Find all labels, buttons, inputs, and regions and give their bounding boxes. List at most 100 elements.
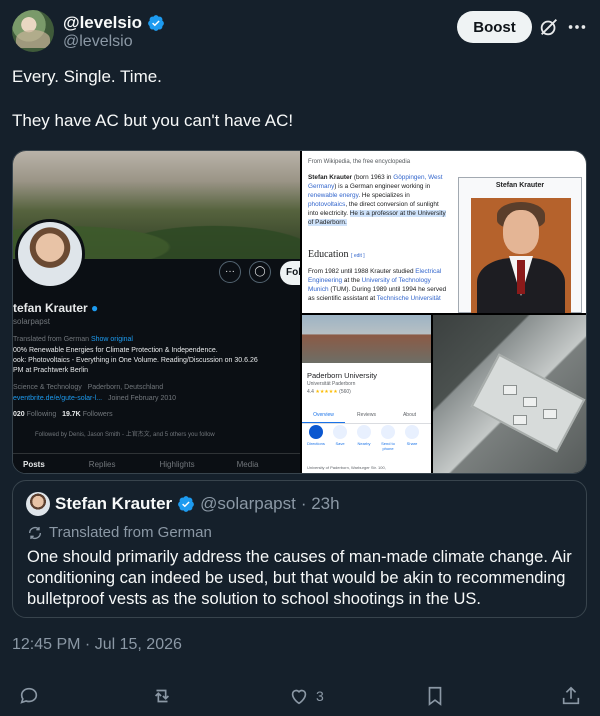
bookmark-button[interactable] — [424, 684, 446, 708]
tweet-line-1: Every. Single. Time. — [12, 67, 162, 86]
grok-icon[interactable] — [538, 16, 560, 38]
maps-action-directions: Directions — [306, 425, 326, 451]
profile-following-label: Following — [26, 411, 57, 418]
profile-meta-2: eventbrite.de/e/gute-solar-l... Joined F… — [13, 394, 176, 404]
maps-action-share: Share — [402, 425, 422, 451]
verified-badge-icon — [148, 15, 164, 31]
maps-rating: 4.4 ★★★★★ (560) — [307, 389, 351, 395]
like-count: 3 — [316, 688, 324, 704]
tweet-text: Every. Single. Time. They have AC but yo… — [12, 66, 588, 154]
action-bar: 3 — [0, 684, 600, 710]
profile-tab-posts: Posts — [23, 460, 45, 469]
profile-follow-button: Follow — [280, 261, 300, 285]
author-handle[interactable]: @levelsio — [63, 33, 133, 51]
wiki-text-span: . He specializes in — [358, 192, 410, 199]
maps-action-send: Send to phone — [378, 425, 398, 451]
maps-rating-value: 4.4 — [307, 389, 314, 395]
maps-action-label: Share — [406, 441, 418, 446]
wiki-text-span: From 1982 until 1988 Krauter studied — [308, 268, 416, 275]
quoted-translated-label: Translated from German — [49, 524, 212, 541]
profile-followed-by: Followed by Denis, Jason Smith - 上官杰文, a… — [35, 432, 215, 438]
aerial-ac-unit — [523, 397, 537, 407]
profile-bio-3: PM at Prachtwerk Berlin — [13, 367, 89, 374]
profile-handle: solarpapst — [13, 317, 50, 326]
quoted-tweet[interactable]: Stefan Krauter @solarpapst · 23h Transla… — [12, 480, 587, 618]
maps-tab-reviews: Reviews — [357, 412, 376, 418]
quoted-avatar[interactable] — [26, 492, 50, 516]
repost-button[interactable] — [151, 684, 173, 708]
profile-joined: Joined February 2010 — [107, 395, 177, 402]
profile-translated-text: Translated from German — [13, 336, 89, 343]
wiki-edit-link: [ edit ] — [351, 253, 365, 259]
media-profile-screenshot[interactable]: ··· ◯ Follow tefan Krauter ● solarpapst … — [13, 151, 300, 473]
maps-action-label: Nearby — [357, 441, 371, 446]
quoted-handle: @solarpapst — [200, 494, 296, 513]
wiki-text-span: ) is a German engineer working in — [334, 183, 431, 190]
wiki-text-span: at the — [342, 277, 362, 284]
profile-following-count: 020 — [13, 411, 25, 418]
profile-verified-icon: ● — [91, 301, 99, 315]
reply-icon — [20, 687, 38, 704]
quoted-text: One should primarily address the causes … — [27, 548, 572, 608]
profile-followers-count: 19.7K — [62, 411, 81, 418]
author-display-name[interactable]: @levelsio — [63, 13, 165, 33]
profile-category: Science & Technology — [13, 384, 82, 391]
maps-review-count: (560) — [339, 389, 351, 395]
profile-counts: 020 Following 19.7K Followers — [13, 410, 113, 420]
wiki-link: Technische Universität — [376, 295, 441, 302]
reply-button[interactable] — [18, 684, 40, 708]
maps-photo — [302, 315, 431, 363]
quoted-name: Stefan Krauter — [55, 494, 173, 513]
author-avatar[interactable] — [12, 10, 54, 52]
heart-icon — [291, 689, 307, 705]
aerial-ac-unit — [513, 415, 527, 425]
maps-address: University of Paderborn, Warburger Str. … — [307, 465, 386, 470]
infobox-portrait — [471, 198, 571, 313]
maps-action-label: Save — [335, 441, 345, 446]
like-button[interactable]: 3 — [288, 684, 324, 708]
maps-tab-overview: Overview — [302, 408, 345, 423]
media-maps-screenshot[interactable]: Paderborn University Universität Paderbo… — [302, 315, 431, 473]
share-button[interactable] — [560, 684, 582, 708]
profile-bio-1: 00% Renewable Energies for Climate Prote… — [13, 347, 218, 354]
quoted-author: Stefan Krauter @solarpapst · 23h — [55, 494, 340, 514]
maps-action-save: Save — [330, 425, 350, 451]
repost-icon — [154, 689, 170, 703]
infobox-title: Stefan Krauter — [495, 182, 545, 189]
wiki-text-span: (born 1963 in — [352, 174, 394, 181]
wiki-link: renewable energy — [308, 192, 359, 199]
boost-button[interactable]: Boost — [457, 11, 532, 43]
wiki-infobox: Stefan Krauter — [458, 177, 582, 313]
profile-tab-highlights: Highlights — [159, 460, 195, 469]
profile-translated: Translated from German Show original — [13, 335, 133, 345]
more-options-icon[interactable] — [566, 16, 588, 38]
maps-title: Paderborn University — [307, 371, 378, 380]
quoted-translated: Translated from German — [27, 524, 212, 541]
tweet-line-2: They have AC but you can't have AC! — [12, 111, 294, 130]
maps-action-label: Directions — [307, 441, 325, 446]
media-aerial-photo[interactable] — [433, 315, 586, 473]
profile-followers-label: Followers — [82, 411, 113, 418]
profile-location: Paderborn, Deutschland — [87, 384, 164, 391]
profile-more-icon: ··· — [219, 261, 241, 283]
profile-bio-2: ook: Photovoltaics - Everything in One V… — [13, 357, 258, 364]
bookmark-icon — [428, 686, 442, 706]
maps-stars-icon: ★★★★★ — [315, 389, 338, 395]
wiki-link: photovoltaics — [308, 201, 346, 208]
wiki-heading: Education [ edit ] — [308, 249, 365, 260]
translate-icon — [29, 526, 41, 539]
maps-actions: Directions Save Nearby Send to phone Sha… — [306, 425, 422, 451]
profile-link: eventbrite.de/e/gute-solar-l... — [13, 395, 103, 402]
wiki-source: From Wikipedia, the free encyclopedia — [308, 159, 411, 165]
profile-show-original: Show original — [90, 336, 133, 343]
quoted-verified-badge-icon — [178, 496, 195, 512]
profile-name-text: tefan Krauter — [13, 301, 88, 315]
maps-tabs: Overview Reviews About — [302, 408, 431, 424]
media-grid[interactable]: ··· ◯ Follow tefan Krauter ● solarpapst … — [12, 150, 587, 474]
profile-avatar — [15, 219, 85, 289]
aerial-ac-unit — [543, 409, 557, 419]
tweet-timestamp[interactable]: 12:45 PM · Jul 15, 2026 — [12, 636, 182, 654]
media-wikipedia-screenshot[interactable]: From Wikipedia, the free encyclopedia St… — [302, 151, 586, 313]
author-name-text: @levelsio — [63, 13, 142, 32]
profile-tab-media: Media — [236, 460, 259, 469]
